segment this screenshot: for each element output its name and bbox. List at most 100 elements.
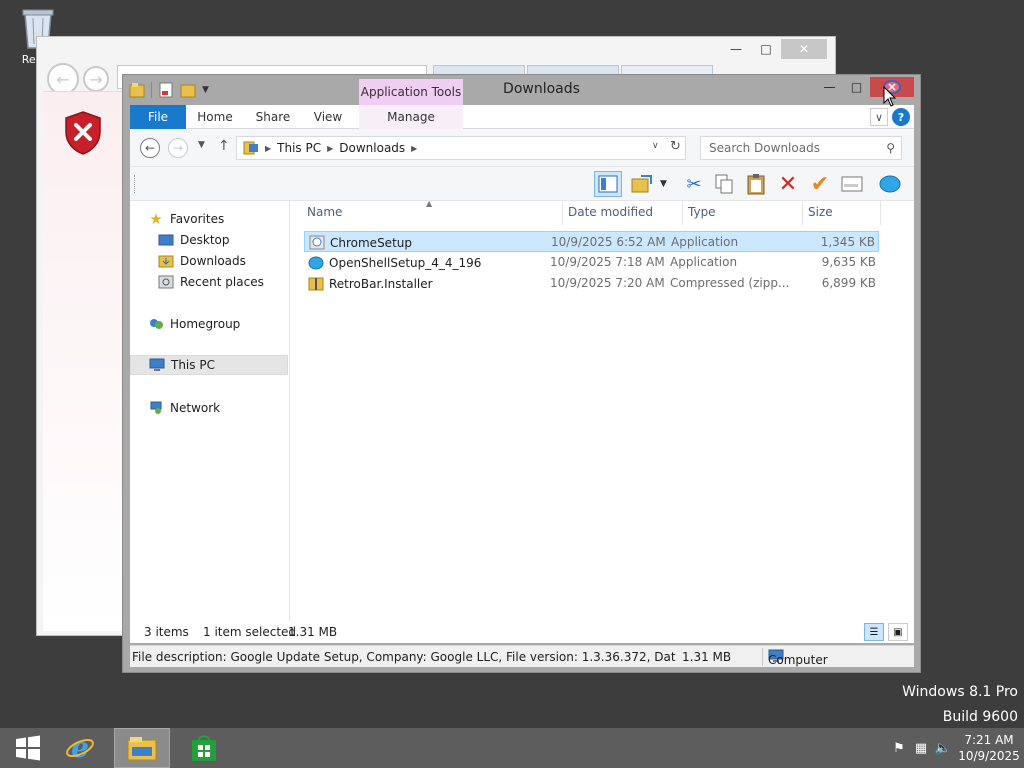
breadcrumb-separator-icon[interactable]: ▶ [327, 144, 333, 153]
action-center-flag-icon[interactable]: ⚑ [888, 741, 910, 756]
breadcrumb-separator-icon[interactable]: ▶ [411, 144, 417, 153]
nav-network-label: Network [170, 401, 221, 415]
windows-logo-icon [16, 735, 40, 761]
store-icon [192, 735, 216, 761]
nav-downloads-label: Downloads [180, 254, 246, 268]
taskbar-file-explorer[interactable] [114, 728, 170, 768]
back-button[interactable]: ← [140, 138, 160, 158]
file-date: 10/9/2025 6:52 AM [551, 235, 666, 249]
nav-desktop[interactable]: Desktop [130, 230, 288, 250]
file-date: 10/9/2025 7:18 AM [550, 255, 665, 269]
rename-check-icon[interactable]: ✔ [806, 171, 834, 197]
minimize-button[interactable]: — [816, 77, 843, 97]
status-bar: 3 items 1 item selected 1.31 MB ☰ ▣ [130, 621, 914, 643]
file-size: 1,345 KB [820, 235, 875, 249]
file-size: 9,635 KB [821, 255, 876, 269]
file-row-openshellsetup[interactable]: OpenShellSetup_4_4_196 10/9/2025 7:18 AM… [304, 252, 879, 273]
breadcrumb-this-pc[interactable]: This PC [277, 141, 321, 155]
clock-date: 10/9/2025 [958, 749, 1020, 763]
start-button[interactable] [0, 728, 56, 768]
tab-home[interactable]: Home [190, 105, 240, 129]
delete-icon[interactable]: ✕ [774, 171, 802, 197]
nav-homegroup[interactable]: Homegroup [130, 314, 288, 334]
ie-forward-button[interactable]: → [83, 66, 109, 92]
search-input[interactable]: Search Downloads ⚲ [700, 136, 902, 160]
clock[interactable]: 7:21 AM 10/9/2025 [954, 732, 1024, 764]
recent-locations-dropdown-icon[interactable]: ▼ [198, 140, 205, 150]
file-type: Application [670, 255, 738, 269]
column-size[interactable]: Size [808, 205, 833, 219]
tab-view[interactable]: View [304, 105, 352, 129]
file-explorer-icon [127, 737, 157, 761]
ie-warning-panel [43, 92, 129, 631]
properties-dialog-icon[interactable] [838, 171, 866, 197]
security-shield-icon [65, 111, 101, 155]
address-dropdown-icon[interactable]: ∨ [652, 141, 659, 151]
selection-size: 1.31 MB [288, 625, 338, 639]
nav-homegroup-label: Homegroup [170, 317, 241, 331]
chrome-installer-icon [309, 235, 325, 250]
copy-icon[interactable] [710, 171, 738, 197]
nav-favorites[interactable]: ★ Favorites [130, 209, 288, 229]
nav-desktop-label: Desktop [180, 233, 230, 247]
ie-maximize-button[interactable]: □ [751, 39, 781, 59]
command-toolbar: ▼ ✂ ✕ ✔ [130, 167, 914, 201]
refresh-icon[interactable]: ↻ [670, 139, 681, 154]
file-row-retrobar[interactable]: RetroBar.Installer 10/9/2025 7:20 AM Com… [304, 273, 879, 294]
file-date: 10/9/2025 7:20 AM [550, 276, 665, 290]
taskbar: e ⚑ ▦ 🔈 7:21 AM 10/9/2025 [0, 728, 1024, 768]
breadcrumb-downloads[interactable]: Downloads [339, 141, 405, 155]
file-name: OpenShellSetup_4_4_196 [329, 255, 482, 270]
up-arrow-icon[interactable]: ↑ [218, 138, 230, 154]
address-bar-row: ← → ▼ ↑ ▶ This PC ▶ Downloads ▶ ∨ ↻ Sear… [130, 129, 914, 167]
navigation-pane: ★ Favorites Desktop Downloads Recent pla… [130, 201, 290, 641]
cut-icon[interactable]: ✂ [680, 171, 708, 197]
taskbar-internet-explorer[interactable]: e [52, 728, 108, 768]
preview-pane-icon [598, 175, 618, 193]
openshell-icon [308, 255, 324, 270]
folder-options-icon [631, 175, 652, 193]
tab-manage[interactable]: Manage [359, 105, 463, 129]
network-status-icon[interactable]: ▦ [910, 741, 932, 756]
title-bar[interactable]: ▼ Application Tools Downloads — □ [123, 75, 920, 105]
maximize-button[interactable]: □ [843, 77, 870, 97]
column-headers: Name ▲ Date modified Type Size [290, 199, 914, 225]
paste-icon[interactable] [742, 171, 770, 197]
explorer-window[interactable]: ▼ Application Tools Downloads — □ File H… [122, 74, 921, 673]
volume-muted-icon[interactable]: 🔈 [932, 741, 954, 756]
nav-recent-places[interactable]: Recent places [130, 272, 288, 292]
openshell-toolbar-icon[interactable] [876, 171, 904, 197]
window-title: Downloads [503, 81, 580, 97]
nav-network[interactable]: Network [130, 398, 288, 418]
options-dropdown-icon[interactable]: ▼ [660, 179, 667, 189]
file-row-chromesetup[interactable]: ChromeSetup 10/9/2025 6:52 AM Applicatio… [304, 231, 879, 252]
computer-icon [149, 358, 165, 372]
details-bar: File description: Google Update Setup, C… [130, 645, 914, 667]
ie-close-button[interactable]: ✕ [781, 39, 827, 59]
tab-share[interactable]: Share [248, 105, 298, 129]
search-icon[interactable]: ⚲ [886, 141, 895, 155]
sort-arrow-icon: ▲ [426, 199, 433, 208]
nav-this-pc[interactable]: This PC [130, 355, 288, 375]
forward-button[interactable]: → [168, 138, 188, 158]
column-type[interactable]: Type [688, 205, 716, 219]
preview-pane-button[interactable] [594, 171, 622, 197]
large-icons-view-icon[interactable]: ▣ [888, 623, 908, 641]
ie-minimize-button[interactable]: — [721, 39, 751, 59]
nav-downloads[interactable]: Downloads [130, 251, 288, 271]
tab-file[interactable]: File [130, 105, 186, 129]
windows-version-watermark: Windows 8.1 Pro [902, 684, 1018, 700]
expand-ribbon-icon[interactable]: ∨ [870, 108, 888, 126]
file-name: ChromeSetup [330, 235, 412, 250]
details-view-icon[interactable]: ☰ [864, 623, 884, 641]
column-date-modified[interactable]: Date modified [568, 205, 653, 219]
column-name[interactable]: Name [307, 205, 342, 219]
folder-options-button[interactable] [628, 171, 656, 197]
taskbar-store[interactable] [176, 728, 232, 768]
this-pc-icon [243, 141, 258, 155]
file-description: File description: Google Update Setup, C… [132, 650, 676, 664]
breadcrumb-separator-icon[interactable]: ▶ [265, 144, 271, 153]
nav-recent-places-label: Recent places [180, 275, 264, 289]
help-icon[interactable]: ? [892, 108, 910, 126]
address-box[interactable]: ▶ This PC ▶ Downloads ▶ [236, 136, 686, 160]
